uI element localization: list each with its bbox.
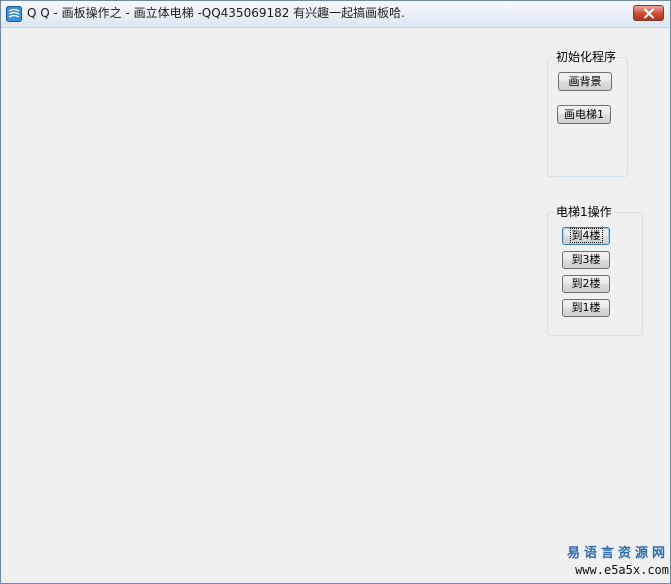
window-title: Q Q - 画板操作之 - 画立体电梯 -QQ435069182 有兴趣一起搞画… (27, 6, 406, 20)
title-bar[interactable]: Q Q - 画板操作之 - 画立体电梯 -QQ435069182 有兴趣一起搞画… (1, 1, 670, 28)
floor2-button[interactable]: 到2楼 (562, 275, 610, 293)
watermark-url: www.e5a5x.com (575, 563, 669, 577)
main-window: Q Q - 画板操作之 - 画立体电梯 -QQ435069182 有兴趣一起搞画… (0, 0, 671, 584)
init-group-title: 初始化程序 (554, 50, 619, 65)
watermark-title: 易语言资源网 (566, 546, 669, 561)
close-button[interactable] (633, 5, 664, 21)
elevator-groupbox: 电梯1操作 到4楼 到3楼 到2楼 到1楼 (547, 205, 643, 336)
floor1-button[interactable]: 到1楼 (562, 299, 610, 317)
app-icon (6, 6, 22, 22)
close-icon (644, 8, 654, 19)
init-groupbox: 初始化程序 画背景 画电梯1 (547, 50, 628, 177)
watermark: 易语言资源网 www.e5a5x.com (557, 546, 669, 578)
floor4-label: 到4楼 (569, 228, 603, 243)
floor4-button[interactable]: 到4楼 (562, 227, 610, 245)
draw-background-button[interactable]: 画背景 (558, 72, 612, 91)
floor3-button[interactable]: 到3楼 (562, 251, 610, 269)
draw-elevator-button[interactable]: 画电梯1 (557, 105, 611, 124)
elevator-group-title: 电梯1操作 (554, 205, 614, 220)
